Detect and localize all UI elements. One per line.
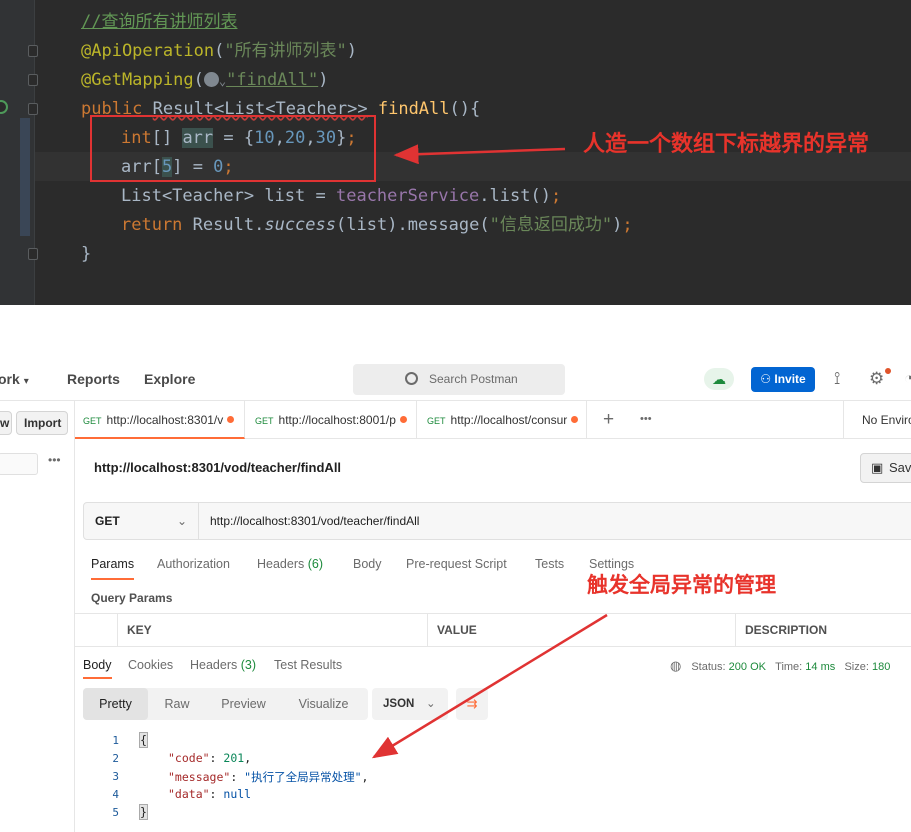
- fold-icon[interactable]: [28, 74, 38, 86]
- annotation-note-exception: 人造一个数组下标越界的异常: [583, 131, 870, 156]
- save-button[interactable]: ▣ Sav: [860, 453, 911, 483]
- fold-icon[interactable]: [28, 45, 38, 57]
- code-line-return: return Result.success(list).message("信息返…: [121, 215, 633, 235]
- fold-icon[interactable]: [28, 248, 38, 260]
- search-placeholder: Search Postman: [429, 372, 518, 386]
- line-number: 1: [112, 734, 119, 747]
- code-line-list: List<Teacher> list = teacherService.list…: [121, 186, 562, 206]
- line-number: 2: [112, 752, 119, 765]
- search-bar[interactable]: Search Postman: [353, 364, 565, 395]
- wrap-lines-icon[interactable]: ⇉: [456, 688, 488, 720]
- nav-reports[interactable]: Reports: [67, 371, 120, 387]
- line-number: 5: [112, 806, 119, 819]
- chevron-down-icon[interactable]: ⌄: [219, 74, 226, 88]
- satellite-icon[interactable]: ⟟: [834, 369, 840, 389]
- json-line-code: "code": 201,: [168, 751, 252, 765]
- tab-headers[interactable]: Headers (6): [257, 557, 323, 571]
- change-marker: [20, 118, 30, 236]
- line-number: 4: [112, 788, 119, 801]
- request-title[interactable]: http://localhost:8301/vod/teacher/findAl…: [94, 460, 341, 475]
- globe-icon[interactable]: [203, 72, 219, 87]
- add-user-icon: ⚇: [760, 372, 772, 386]
- import-button[interactable]: Import: [16, 411, 68, 435]
- format-select[interactable]: JSON ⌄: [372, 688, 448, 720]
- response-tab-body[interactable]: Body: [83, 658, 112, 679]
- invite-label: Invite: [774, 372, 806, 386]
- highlight-box: [90, 115, 376, 182]
- request-tab[interactable]: GET http://localhost:8001/p: [245, 401, 417, 439]
- gear-icon[interactable]: ⚙: [869, 369, 884, 389]
- code-line-close-brace: }: [81, 244, 92, 264]
- view-raw[interactable]: Raw: [148, 688, 206, 720]
- globe-icon[interactable]: ◍: [670, 658, 681, 673]
- response-tab-headers[interactable]: Headers (3): [190, 658, 256, 672]
- save-icon: ▣: [871, 460, 884, 475]
- method-select[interactable]: GET ⌄: [84, 503, 199, 539]
- chevron-down-icon: ▾: [23, 376, 29, 387]
- sync-cloud-icon[interactable]: ☁: [704, 368, 734, 390]
- view-pretty[interactable]: Pretty: [83, 688, 148, 720]
- code-line-comment: //查询所有讲师列表: [81, 12, 238, 32]
- chevron-down-icon: ⌄: [177, 514, 188, 528]
- json-line-data: "data": null: [168, 787, 252, 801]
- column-key: KEY: [117, 614, 427, 646]
- json-open-brace: {: [139, 732, 148, 748]
- fold-icon[interactable]: [28, 103, 38, 115]
- search-icon: [405, 372, 418, 385]
- chevron-down-icon: ⌄: [426, 698, 436, 710]
- new-button[interactable]: w: [0, 411, 12, 435]
- request-tab[interactable]: GET http://localhost:8301/v: [75, 401, 245, 439]
- response-tab-cookies[interactable]: Cookies: [128, 658, 173, 672]
- tab-authorization[interactable]: Authorization: [157, 557, 230, 571]
- environment-select[interactable]: No Enviro: [843, 401, 911, 439]
- more-options-icon[interactable]: •••: [48, 453, 61, 467]
- code-line-apioperation: @ApiOperation("所有讲师列表"): [81, 41, 358, 61]
- request-tab[interactable]: GET http://localhost/consur: [417, 401, 587, 439]
- params-table: KEY VALUE DESCRIPTION: [75, 613, 911, 647]
- sidebar-filter-input[interactable]: [0, 453, 38, 475]
- code-line-getmapping: @GetMapping(⌄"findAll"): [81, 70, 329, 90]
- save-label: Sav: [889, 460, 911, 475]
- column-value: VALUE: [427, 614, 735, 646]
- json-close-brace: }: [139, 804, 148, 820]
- view-preview[interactable]: Preview: [206, 688, 281, 720]
- url-input[interactable]: http://localhost:8301/vod/teacher/findAl…: [210, 503, 419, 539]
- tab-body[interactable]: Body: [353, 557, 382, 571]
- tab-tests[interactable]: Tests: [535, 557, 564, 571]
- new-tab-icon[interactable]: +: [603, 409, 614, 431]
- query-params-heading: Query Params: [91, 591, 173, 605]
- notification-dot: [885, 368, 891, 374]
- response-view-tabs: Pretty Raw Preview Visualize: [83, 688, 368, 720]
- sidebar: w Import •••: [0, 401, 75, 832]
- workspace-menu[interactable]: ork ▾: [0, 371, 29, 387]
- column-description: DESCRIPTION: [735, 614, 911, 646]
- line-number: 3: [112, 770, 119, 783]
- json-line-message: "message": "执行了全局异常处理",: [168, 770, 369, 784]
- tab-params[interactable]: Params: [91, 557, 135, 580]
- nav-explore[interactable]: Explore: [144, 371, 195, 387]
- request-tabs: GET http://localhost:8301/v GET http://loc…: [75, 401, 911, 439]
- unsaved-dot: [399, 416, 407, 423]
- annotation-note-global-handler: 触发全局异常的管理: [587, 574, 776, 597]
- view-visualize[interactable]: Visualize: [281, 688, 366, 720]
- bell-icon[interactable]: ◔: [904, 369, 911, 389]
- unsaved-dot: [227, 416, 235, 423]
- response-status: ◍ Status: 200 OK Time: 14 ms Size: 180: [670, 658, 891, 673]
- response-tab-test-results[interactable]: Test Results: [274, 658, 342, 672]
- url-bar: GET ⌄ http://localhost:8301/vod/teacher/f…: [83, 502, 911, 540]
- invite-button[interactable]: ⚇ Invite: [751, 367, 815, 392]
- unsaved-dot: [571, 416, 579, 423]
- tab-pre-request-script[interactable]: Pre-request Script: [406, 557, 507, 571]
- tab-overflow-icon[interactable]: •••: [640, 413, 652, 425]
- postman-header: ork ▾ Reports Explore Search Postman ☁ ⚇…: [0, 305, 911, 401]
